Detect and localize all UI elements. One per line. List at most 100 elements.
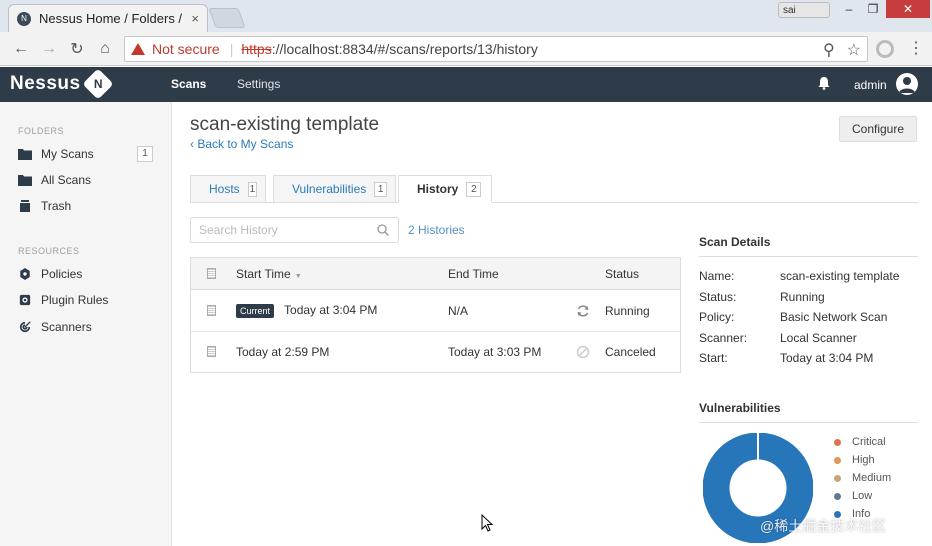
address-bar[interactable]: Not secure | https ://localhost:8834/#/s… <box>124 36 868 62</box>
extension-icon[interactable] <box>876 40 894 58</box>
canceled-icon <box>576 345 590 359</box>
scan-details-title: Scan Details <box>699 235 771 249</box>
sidebar-item-label: All Scans <box>41 173 92 187</box>
start-time-cell: Current Today at 3:04 PM <box>236 303 377 318</box>
close-window-button[interactable]: ✕ <box>886 0 930 18</box>
tab-title: Nessus Home / Folders / <box>39 11 183 26</box>
tab-history[interactable]: History 2 <box>398 175 492 203</box>
browser-toolbar: ← → ↻ ⌂ Not secure | https ://localhost:… <box>0 32 932 66</box>
back-arrow-icon[interactable]: ← <box>10 38 32 60</box>
separator: | <box>229 41 234 57</box>
legend-dot-high <box>834 456 841 464</box>
legend-label: High <box>852 454 875 466</box>
tab-label: Vulnerabilities <box>292 182 367 196</box>
sidebar-item-trash[interactable]: Trash <box>18 199 71 213</box>
nav-scans[interactable]: Scans <box>171 77 206 91</box>
table-row[interactable]: Today at 2:59 PM Today at 3:03 PM Cancel… <box>191 332 680 373</box>
detail-label-scanner: Scanner: <box>699 331 748 345</box>
trash-icon <box>20 200 30 212</box>
legend-dot-low <box>834 492 841 500</box>
sidebar-item-all-scans[interactable]: All Scans <box>18 173 91 187</box>
logo-badge-letter: N <box>93 76 102 91</box>
sidebar-item-label: My Scans <box>41 147 94 161</box>
minimize-button[interactable]: – <box>836 0 862 18</box>
legend-dot-critical <box>834 438 841 446</box>
header-start-time[interactable]: Start Time ▼ <box>236 267 302 281</box>
profile-label: sai <box>783 4 796 16</box>
browser-tab[interactable]: N Nessus Home / Folders / × <box>8 4 208 32</box>
tab-count: 1 <box>374 181 387 197</box>
tab-vulnerabilities[interactable]: Vulnerabilities 1 <box>273 175 396 203</box>
watermark: @稀土掘金技术社区 <box>760 518 887 534</box>
url-scheme: https <box>241 41 272 57</box>
warning-icon <box>131 43 145 55</box>
search-history-box[interactable] <box>190 217 399 243</box>
folder-icon <box>18 149 32 160</box>
zoom-icon[interactable]: ⚲ <box>823 40 835 60</box>
end-time-cell: N/A <box>448 304 469 318</box>
sidebar-item-policies[interactable]: Policies <box>18 267 82 281</box>
configure-button[interactable]: Configure <box>839 116 917 142</box>
start-time-text: Today at 3:04 PM <box>284 303 378 317</box>
maximize-button[interactable]: ❐ <box>860 0 886 18</box>
divider <box>699 256 918 257</box>
detail-value-status: Running <box>780 290 825 304</box>
security-warning[interactable]: Not secure <box>152 41 220 57</box>
user-avatar-icon[interactable] <box>896 73 918 95</box>
browser-menu-icon[interactable]: ⋮ <box>908 38 924 58</box>
search-icon[interactable] <box>377 224 389 236</box>
end-time-cell: Today at 3:03 PM <box>448 345 542 359</box>
tab-count: 1 <box>247 181 257 197</box>
legend-critical: Critical <box>834 436 886 448</box>
detail-value-scanner: Local Scanner <box>780 331 857 345</box>
tab-close-icon[interactable]: × <box>191 11 199 26</box>
tab-count: 2 <box>466 181 482 197</box>
resources-heading: RESOURCES <box>18 246 80 256</box>
legend-label: Medium <box>852 472 892 484</box>
profile-button[interactable]: sai <box>778 2 830 18</box>
table-row[interactable]: Current Today at 3:04 PM N/A Running <box>191 291 680 332</box>
histories-count: 2 Histories <box>408 223 465 237</box>
select-all-checkbox[interactable] <box>207 268 216 279</box>
start-time-cell: Today at 2:59 PM <box>236 345 330 359</box>
sidebar-item-label: Plugin Rules <box>41 293 109 307</box>
sidebar-item-my-scans[interactable]: My Scans <box>18 147 94 161</box>
url-path: ://localhost:8834/#/scans/reports/13/his… <box>271 41 538 57</box>
app-header: Nessus N Scans Settings admin <box>0 67 932 102</box>
search-input[interactable] <box>199 223 369 237</box>
current-badge: Current <box>236 303 275 318</box>
nav-settings[interactable]: Settings <box>237 77 280 91</box>
status-cell: Running <box>605 304 650 318</box>
legend-high: High <box>834 454 875 466</box>
legend-label: Low <box>852 490 873 502</box>
scanner-icon <box>19 321 31 333</box>
home-icon[interactable]: ⌂ <box>94 38 116 60</box>
sidebar: FOLDERS My Scans 1 All Scans Trash RESOU… <box>0 102 172 546</box>
row-checkbox[interactable] <box>207 305 216 316</box>
user-name[interactable]: admin <box>854 78 887 92</box>
nessus-logo[interactable]: Nessus N <box>10 68 114 100</box>
header-end-time[interactable]: End Time <box>448 267 499 281</box>
sidebar-item-label: Trash <box>41 199 72 213</box>
back-to-my-scans-link[interactable]: ‹ Back to My Scans <box>190 137 293 151</box>
running-icon <box>577 305 589 317</box>
detail-label-policy: Policy: <box>699 310 735 324</box>
header-start-label: Start Time <box>236 267 291 281</box>
new-tab-button[interactable] <box>208 8 246 28</box>
legend-low: Low <box>834 490 872 502</box>
row-checkbox[interactable] <box>207 346 216 357</box>
tab-hosts[interactable]: Hosts 1 <box>190 175 266 203</box>
bookmark-star-icon[interactable]: ☆ <box>847 40 861 60</box>
logo-text: Nessus <box>10 73 81 94</box>
bell-icon[interactable] <box>818 76 830 90</box>
forward-arrow-icon[interactable]: → <box>38 38 60 60</box>
sidebar-item-label: Scanners <box>41 320 92 334</box>
header-status[interactable]: Status <box>605 267 639 281</box>
detail-value-name: scan-existing template <box>780 269 900 283</box>
sidebar-item-scanners[interactable]: Scanners <box>18 320 92 334</box>
legend-medium: Medium <box>834 472 891 484</box>
reload-icon[interactable]: ↻ <box>66 38 88 60</box>
sidebar-item-plugin-rules[interactable]: Plugin Rules <box>18 293 108 307</box>
tab-label: Hosts <box>209 182 240 196</box>
detail-value-start: Today at 3:04 PM <box>780 351 874 365</box>
